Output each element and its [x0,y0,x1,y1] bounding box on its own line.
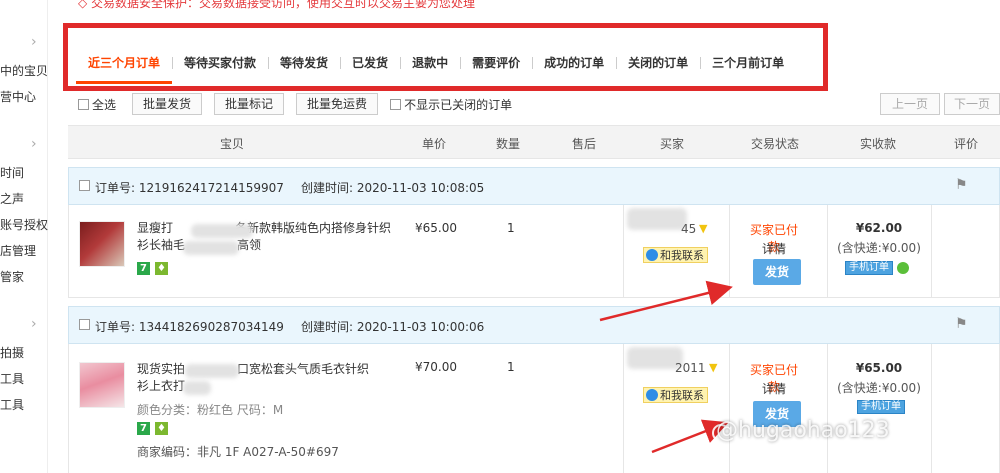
batch-free-shipping-button[interactable]: 批量免运费 [296,93,379,115]
select-all-checkbox[interactable] [78,98,89,110]
chevron-right-icon[interactable]: › [31,136,37,152]
notice-banner: ◇ 交易数据安全保护：交易数据接受访问，使用交互时以交易主要为您处理 [78,0,476,10]
tab-successful[interactable]: 成功的订单 [532,52,616,74]
order-number: 订单号: 1344182690287034149 [95,320,284,334]
sidebar-item[interactable]: 管家 [0,268,24,285]
sidebar-item[interactable]: 工具 [0,396,24,413]
column-header-item: 宝贝 [220,137,245,151]
tab-refunding[interactable]: 退款中 [400,52,460,74]
tab-shipped[interactable]: 已发货 [340,52,400,74]
chat-icon [646,389,658,401]
quantity: 1 [507,221,515,235]
product-thumbnail[interactable] [79,362,125,408]
filter-icon[interactable]: ▼ [699,222,707,235]
order-row: 现货实拍 口宽松套头气质毛衣针织 衫上衣打 颜色分类：粉红色 尺码：M 7 ♦ 商… [68,344,1000,473]
batch-ship-button[interactable]: 批量发货 [132,93,203,115]
next-page-button[interactable]: 下一页 [944,93,1000,115]
order-created-time: 创建时间: 2020-11-03 10:00:06 [301,320,485,334]
column-header-after-sales: 售后 [572,137,597,151]
order-detail-link[interactable]: 详情 [749,380,799,397]
contact-buyer-button[interactable]: 和我联系 [643,387,708,403]
column-header-qty: 数量 [496,137,521,151]
mobile-order-tag: 手机订单 [845,261,893,275]
buyer-name[interactable]: 45 [681,222,696,236]
order-created-time: 创建时间: 2020-11-03 10:08:05 [301,181,485,195]
tabs-highlight-box: 近三个月订单 等待买家付款 等待发货 已发货 退款中 需要评价 成功的订单 关闭… [63,23,828,91]
chevron-right-icon[interactable]: › [31,34,37,50]
sidebar-item[interactable]: 工具 [0,370,24,387]
ship-button[interactable]: 发货 [753,259,801,285]
select-all-label: 全选 [92,97,117,112]
quantity: 1 [507,360,515,374]
chevron-right-icon[interactable]: › [31,316,37,332]
seven-day-return-icon: 7 [137,422,150,435]
buyer-name[interactable]: 2011 [675,361,706,375]
shipping-fee: (含快递:¥0.00) [837,381,921,395]
unit-price: ¥65.00 [415,221,457,235]
order-row: 显瘦打 冬新款韩版纯色内搭修身针织 衫长袖毛 高领 7 ♦ ¥65.00 1 45 … [68,205,1000,298]
contact-buyer-button[interactable]: 和我联系 [643,247,708,263]
table-header: 宝贝 单价 数量 售后 买家 交易状态 实收款 评价 [68,125,1000,159]
guarantee-icon: ♦ [155,262,168,275]
order-tabs: 近三个月订单 等待买家付款 等待发货 已发货 退款中 需要评价 成功的订单 关闭… [76,52,796,84]
tab-recent-3-months[interactable]: 近三个月订单 [76,52,173,84]
product-thumbnail[interactable] [79,221,125,267]
column-header-received: 实收款 [860,137,897,151]
merchant-code: 商家编码：非凡 1F A027-A-50#697 [137,445,339,459]
sidebar-item[interactable]: 营中心 [0,88,36,105]
order-detail-link[interactable]: 详情 [749,240,799,257]
guarantee-icon: ♦ [155,422,168,435]
product-title[interactable]: 显瘦打 冬新款韩版纯色内搭修身针织 衫长袖毛 高领 [137,220,407,254]
prev-page-button[interactable]: 上一页 [880,93,940,115]
column-header-review: 评价 [954,137,979,151]
sidebar-item[interactable]: 时间 [0,164,24,181]
column-header-price: 单价 [422,137,447,151]
tab-needs-review[interactable]: 需要评价 [460,52,532,74]
received-total: ¥62.00 [855,221,903,235]
received-total: ¥65.00 [855,361,903,375]
hide-closed-label: 不显示已关闭的订单 [404,97,513,112]
order-number: 订单号: 1219162417214159907 [95,181,284,195]
order-header: 订单号: 1219162417214159907 创建时间: 2020-11-0… [68,167,1000,205]
flag-icon[interactable]: ⚑ [955,316,968,332]
order-checkbox[interactable] [79,180,90,191]
unit-price: ¥70.00 [415,360,457,374]
column-header-buyer: 买家 [660,137,685,151]
mobile-order-tag: 手机订单 [857,400,905,414]
order-checkbox[interactable] [79,319,90,330]
tab-older-than-3-months[interactable]: 三个月前订单 [700,52,796,74]
filter-icon[interactable]: ▼ [709,361,717,374]
batch-mark-button[interactable]: 批量标记 [214,93,285,115]
sidebar-item[interactable]: 之声 [0,190,24,207]
left-sidebar: › 中的宝贝 营中心 › 时间 之声 账号授权 店管理 管家 › 拍摄 工具 工… [0,0,48,473]
hide-closed-checkbox[interactable] [390,98,402,110]
tab-awaiting-shipment[interactable]: 等待发货 [268,52,340,74]
shipping-fee: (含快递:¥0.00) [837,241,921,255]
sidebar-item[interactable]: 账号授权 [0,216,48,233]
sidebar-item[interactable]: 店管理 [0,242,36,259]
tab-closed[interactable]: 关闭的订单 [616,52,700,74]
sidebar-item[interactable]: 中的宝贝 [0,62,48,79]
seven-day-return-icon: 7 [137,262,150,275]
watermark-text: @hugaohao123 [716,418,890,443]
tab-awaiting-payment[interactable]: 等待买家付款 [172,52,268,74]
sku-info: 颜色分类：粉红色 尺码：M [137,403,284,417]
sidebar-item[interactable]: 拍摄 [0,344,24,361]
chat-icon [646,249,658,261]
flag-icon[interactable]: ⚑ [955,177,968,193]
column-header-status: 交易状态 [751,137,800,151]
product-title[interactable]: 现货实拍 口宽松套头气质毛衣针织 衫上衣打 [137,361,407,395]
green-status-icon [897,262,909,274]
order-toolbar: 全选 批量发货 批量标记 批量免运费 不显示已关闭的订单 [78,93,528,115]
order-header: 订单号: 1344182690287034149 创建时间: 2020-11-0… [68,306,1000,344]
